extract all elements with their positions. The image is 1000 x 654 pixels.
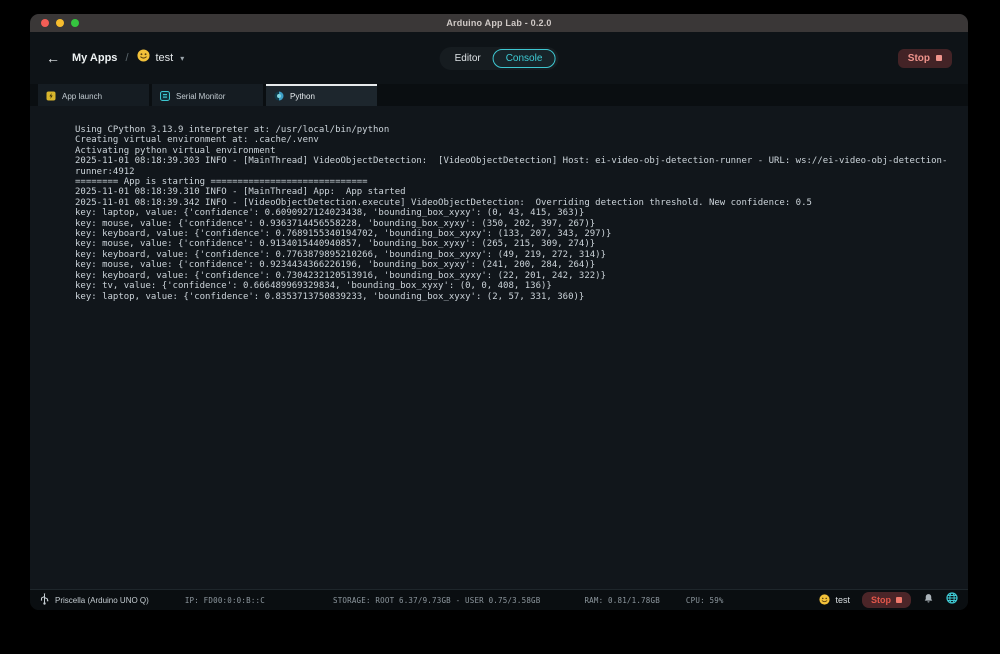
stop-button-label: Stop	[871, 595, 891, 605]
stop-button[interactable]: Stop	[898, 49, 952, 68]
editor-toggle-button[interactable]: Editor	[443, 49, 493, 68]
app-window: Arduino App Lab - 0.2.0 ← My Apps / test…	[30, 14, 968, 610]
current-app-name: test	[156, 52, 174, 64]
titlebar: Arduino App Lab - 0.2.0	[30, 14, 968, 32]
console-log-text: Using CPython 3.13.9 interpreter at: /us…	[75, 125, 958, 302]
running-app-indicator[interactable]: test	[819, 594, 850, 607]
app-header: ← My Apps / test ▾ Editor Console Stop	[30, 32, 968, 84]
statusbar-right: test Stop	[819, 591, 958, 609]
stop-button-label: Stop	[908, 53, 930, 64]
breadcrumb-separator: /	[125, 52, 128, 64]
chevron-down-icon[interactable]: ▾	[180, 54, 184, 63]
device-name: Priscella (Arduino UNO Q)	[55, 596, 149, 605]
notifications-bell-icon[interactable]	[923, 591, 934, 609]
usb-icon	[40, 593, 49, 607]
tab-label: Python	[290, 92, 315, 101]
storage-stat: STORAGE: ROOT 6.37/9.73GB - USER 0.75/3.…	[333, 596, 540, 605]
ram-stat: RAM: 0.81/1.78GB	[584, 596, 659, 605]
statusbar-stop-button[interactable]: Stop	[862, 592, 911, 608]
tab-serial-monitor[interactable]: Serial Monitor	[152, 84, 263, 106]
globe-icon[interactable]	[946, 591, 958, 609]
app-emoji-icon	[137, 49, 150, 67]
console-output-panel[interactable]: Using CPython 3.13.9 interpreter at: /us…	[30, 106, 968, 589]
tab-python[interactable]: Python	[266, 84, 377, 106]
app-launch-icon	[46, 91, 56, 101]
tab-app-launch[interactable]: App launch	[38, 84, 149, 106]
device-info[interactable]: Priscella (Arduino UNO Q)	[40, 593, 149, 607]
tab-label: Serial Monitor	[176, 92, 225, 101]
ip-address: IP: FD00:0:0:B::C	[185, 596, 265, 605]
cpu-stat: CPU: 59%	[686, 596, 724, 605]
stop-square-icon	[896, 597, 902, 603]
running-app-name: test	[835, 595, 850, 605]
serial-monitor-icon	[160, 91, 170, 101]
view-toggle: Editor Console	[440, 47, 559, 70]
app-emoji-icon	[819, 594, 830, 607]
python-icon	[274, 91, 284, 101]
back-arrow-icon[interactable]: ←	[46, 51, 60, 65]
tab-label: App launch	[62, 92, 102, 101]
console-tabbar: App launch Serial Monitor Python	[30, 84, 968, 106]
breadcrumb-my-apps[interactable]: My Apps	[72, 52, 117, 64]
statusbar: Priscella (Arduino UNO Q) IP: FD00:0:0:B…	[30, 589, 968, 610]
window-title: Arduino App Lab - 0.2.0	[30, 18, 968, 28]
console-toggle-button[interactable]: Console	[493, 49, 556, 68]
stop-square-icon	[936, 55, 942, 61]
